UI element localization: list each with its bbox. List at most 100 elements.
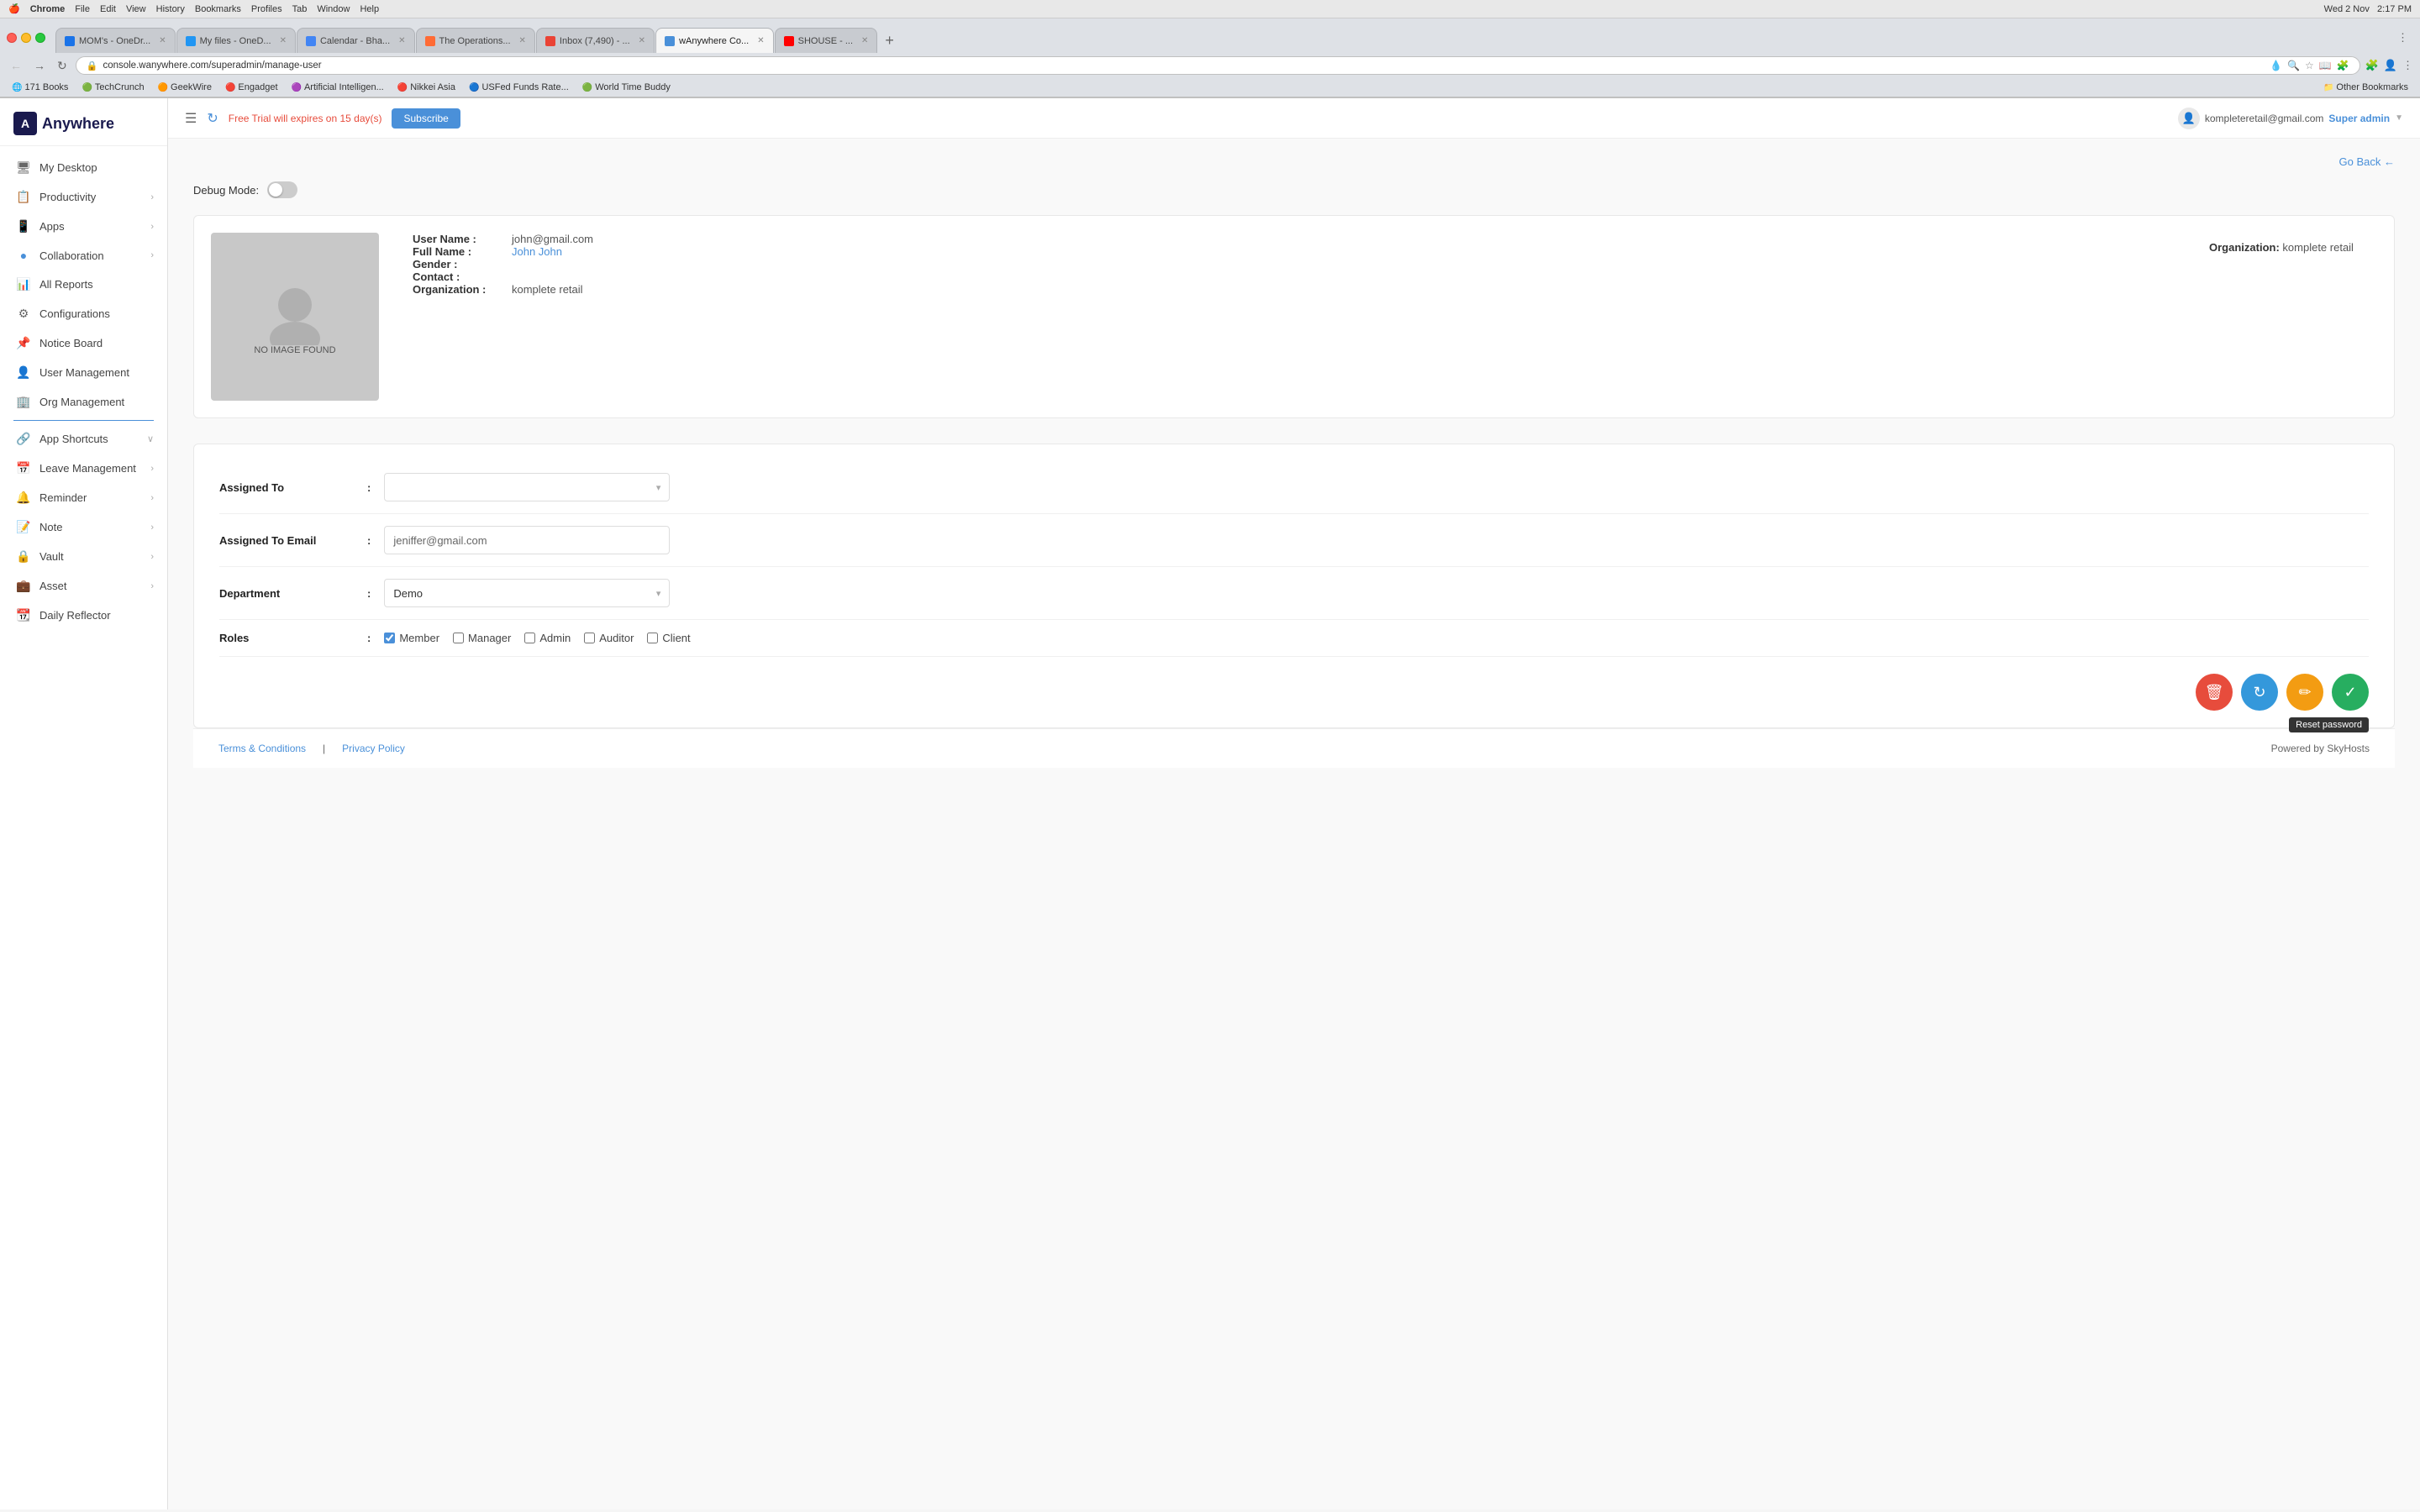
tab-myfiles[interactable]: My files - OneD... ✕: [176, 28, 296, 53]
hamburger-icon[interactable]: ☰: [185, 110, 197, 127]
sidebar-item-daily-reflector[interactable]: 📆 Daily Reflector: [0, 601, 167, 630]
delete-button[interactable]: 🗑: [2196, 674, 2233, 711]
sidebar-item-leave-management[interactable]: 📅 Leave Management ›: [0, 454, 167, 483]
menu-profiles[interactable]: Profiles: [251, 4, 282, 14]
dropper-icon[interactable]: 💧: [2270, 60, 2282, 71]
sidebar-item-user-management[interactable]: 👤 User Management: [0, 358, 167, 387]
note-icon: 📝: [16, 520, 31, 534]
sidebar-item-vault[interactable]: 🔒 Vault ›: [0, 542, 167, 571]
role-manager[interactable]: Manager: [453, 632, 511, 644]
menu-view[interactable]: View: [126, 4, 146, 14]
browser-menu-icon[interactable]: ⋮: [2402, 59, 2413, 72]
subscribe-button[interactable]: Subscribe: [392, 108, 460, 129]
menu-edit[interactable]: Edit: [100, 4, 116, 14]
terms-link[interactable]: Terms & Conditions: [218, 743, 306, 754]
close-button[interactable]: [7, 33, 17, 43]
tab-close-shouse[interactable]: ✕: [857, 36, 868, 45]
assigned-email-input[interactable]: [384, 526, 670, 554]
tab-close-calendar[interactable]: ✕: [394, 36, 405, 45]
bookmark-ai[interactable]: 🟣 Artificial Intelligen...: [287, 81, 389, 94]
user-icon[interactable]: 👤: [2384, 59, 2397, 72]
client-checkbox[interactable]: [647, 633, 658, 643]
menu-window[interactable]: Window: [317, 4, 350, 14]
bookmark-worldtime[interactable]: 🟢 World Time Buddy: [577, 81, 676, 94]
sidebar-item-collaboration[interactable]: ● Collaboration ›: [0, 241, 167, 270]
bookmark-techcrunch[interactable]: 🟢 TechCrunch: [76, 81, 149, 94]
sidebar-item-note[interactable]: 📝 Note ›: [0, 512, 167, 542]
tab-gmail[interactable]: Inbox (7,490) - ... ✕: [536, 28, 655, 53]
tab-operations[interactable]: The Operations... ✕: [416, 28, 535, 53]
tab-close-gmail[interactable]: ✕: [634, 36, 645, 45]
top-nav: ☰ ↻ Free Trial will expires on 15 day(s)…: [168, 98, 2420, 139]
tab-close-wanywhere[interactable]: ✕: [753, 36, 764, 45]
address-bar-actions: 💧 🔍 ☆ 📖 🧩: [2270, 60, 2349, 71]
sidebar-item-my-desktop[interactable]: 🖥 My Desktop: [0, 153, 167, 182]
reload-button[interactable]: ↻: [54, 57, 71, 75]
minimize-button[interactable]: [21, 33, 31, 43]
menu-history[interactable]: History: [156, 4, 185, 14]
bookmark-star-icon[interactable]: ☆: [2305, 60, 2314, 71]
debug-toggle[interactable]: [267, 181, 297, 198]
logo-text: Anywhere: [42, 115, 114, 133]
tab-wanywhere[interactable]: wAnywhere Co... ✕: [655, 28, 774, 53]
search-icon[interactable]: 🔍: [2287, 60, 2300, 71]
department-dropdown[interactable]: Demo ▾: [384, 579, 670, 607]
member-checkbox[interactable]: [384, 633, 395, 643]
sidebar-item-asset[interactable]: 💼 Asset ›: [0, 571, 167, 601]
menu-tab[interactable]: Tab: [292, 4, 308, 14]
sync-button[interactable]: ↻: [2241, 674, 2278, 711]
edit-button[interactable]: ✏: [2286, 674, 2323, 711]
sidebar-item-apps[interactable]: 📱 Apps ›: [0, 212, 167, 241]
go-back-link[interactable]: Go Back ←: [2339, 155, 2395, 168]
extensions-puzzle-icon[interactable]: 🧩: [2365, 59, 2379, 72]
address-bar[interactable]: 🔒 console.wanywhere.com/superadmin/manag…: [76, 56, 2360, 75]
collaboration-icon: ●: [16, 249, 31, 262]
forward-button[interactable]: →: [30, 57, 49, 74]
extensions-icon[interactable]: 🧩: [2337, 60, 2349, 71]
auditor-checkbox[interactable]: [584, 633, 595, 643]
sidebar-item-all-reports[interactable]: 📊 All Reports: [0, 270, 167, 299]
window-controls[interactable]: [7, 33, 45, 43]
back-button[interactable]: ←: [7, 57, 25, 74]
sidebar-item-org-management[interactable]: 🏢 Org Management: [0, 387, 167, 417]
reader-icon[interactable]: 📖: [2319, 60, 2332, 71]
manager-checkbox[interactable]: [453, 633, 464, 643]
tab-close-myfiles[interactable]: ✕: [276, 36, 287, 45]
sidebar-item-app-shortcuts[interactable]: 🔗 App Shortcuts ∨: [0, 424, 167, 454]
sidebar-item-productivity[interactable]: 📋 Productivity ›: [0, 182, 167, 212]
tab-shouse[interactable]: SHOUSE - ... ✕: [775, 28, 878, 53]
role-admin[interactable]: Admin: [524, 632, 571, 644]
tab-close-mom[interactable]: ✕: [155, 36, 166, 45]
bookmark-nikkei[interactable]: 🔴 Nikkei Asia: [392, 81, 460, 94]
tab-calendar[interactable]: Calendar - Bha... ✕: [297, 28, 415, 53]
role-member[interactable]: Member: [384, 632, 439, 644]
sidebar-item-reminder[interactable]: 🔔 Reminder ›: [0, 483, 167, 512]
bookmark-171books[interactable]: 🌐 171 Books: [7, 81, 73, 94]
bookmark-usfed[interactable]: 🔵 USFed Funds Rate...: [464, 81, 574, 94]
tabs-menu[interactable]: ⋮: [2392, 31, 2413, 45]
admin-checkbox[interactable]: [524, 633, 535, 643]
privacy-link[interactable]: Privacy Policy: [342, 743, 405, 754]
sidebar-item-label: Configurations: [39, 307, 110, 320]
bookmark-other[interactable]: 📁 Other Bookmarks: [2318, 81, 2413, 94]
tab-close-operations[interactable]: ✕: [515, 36, 526, 45]
role-auditor[interactable]: Auditor: [584, 632, 634, 644]
confirm-button[interactable]: ✓: [2332, 674, 2369, 711]
user-menu-chevron[interactable]: ▼: [2395, 113, 2403, 123]
menu-help[interactable]: Help: [360, 4, 379, 14]
role-client[interactable]: Client: [647, 632, 690, 644]
refresh-icon[interactable]: ↻: [207, 110, 218, 127]
trial-badge: Free Trial will expires on 15 day(s): [229, 113, 382, 124]
tab-mom[interactable]: MOM's - OneDr... ✕: [55, 28, 176, 53]
sidebar-item-configurations[interactable]: ⚙ Configurations: [0, 299, 167, 328]
menu-bookmarks[interactable]: Bookmarks: [195, 4, 241, 14]
roles-row: Roles : Member Manager Admin: [219, 620, 2369, 657]
bookmark-geekwire[interactable]: 🟠 GeekWire: [153, 81, 217, 94]
sidebar-item-notice-board[interactable]: 📌 Notice Board: [0, 328, 167, 358]
menu-file[interactable]: File: [75, 4, 90, 14]
maximize-button[interactable]: [35, 33, 45, 43]
profile-section: NO IMAGE FOUND User Name : john@gmail.co…: [193, 215, 2395, 418]
new-tab-button[interactable]: +: [878, 32, 901, 50]
bookmark-engadget[interactable]: 🔴 Engadget: [220, 81, 283, 94]
assigned-to-dropdown[interactable]: ▾: [384, 473, 670, 501]
